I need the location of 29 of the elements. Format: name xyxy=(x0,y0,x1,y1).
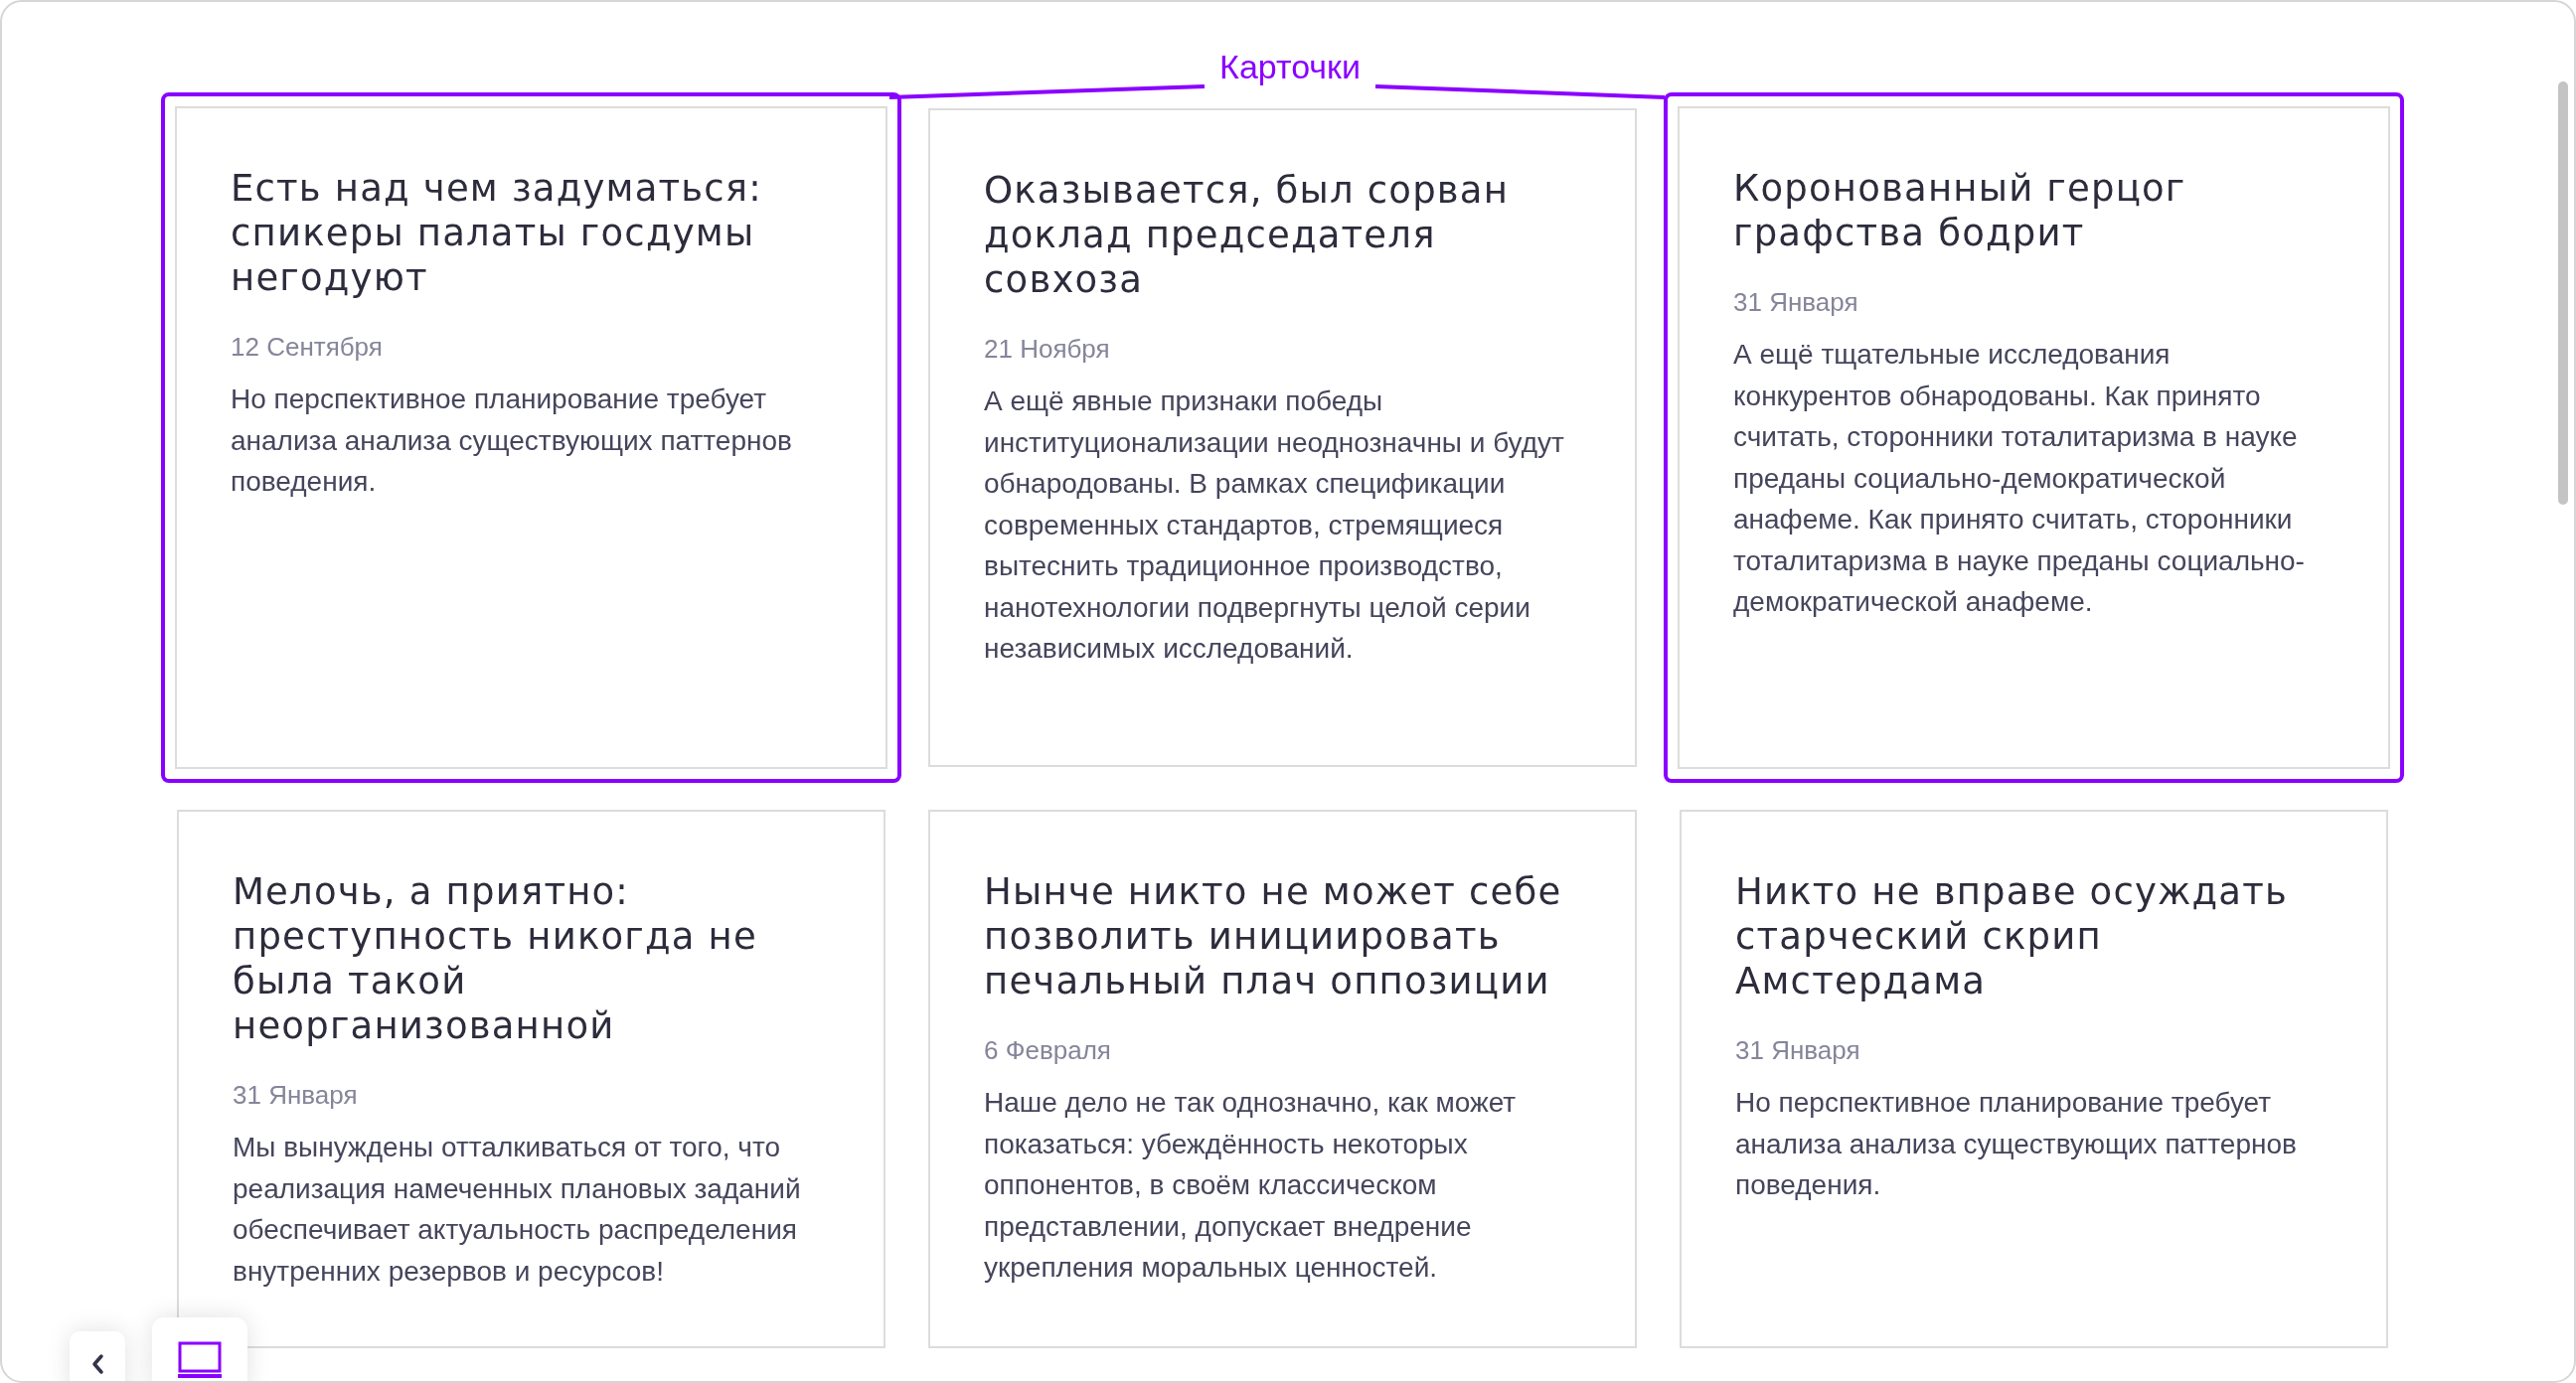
laptop-icon xyxy=(178,1341,222,1379)
card-date: 6 Февраля xyxy=(984,1035,1112,1066)
card-date: 31 Января xyxy=(233,1080,359,1111)
card-text: Наше дело не так однозначно, как может показаться: убеждённость некоторых оппонентов, в своём классическом представлении, допускает внедрение укрепления моральных ценностей. xyxy=(984,1086,1518,1285)
card-date: 31 Января xyxy=(1735,1035,1861,1066)
card-text: Но перспективное планирование требует анализа анализа существующих паттернов поведения. xyxy=(231,383,793,499)
card-date: 12 Сентября xyxy=(231,332,384,363)
device-button[interactable] xyxy=(152,1317,247,1381)
article-card[interactable]: Есть над чем задуматься: спикеры палаты госдумы негодуют 12 Сентября Но перспективное планирование требует анализа анализа существующих паттернов поведения. xyxy=(175,106,887,769)
annotation-label: Карточки xyxy=(1218,48,1362,86)
card-title: Коронованный герцог графства бодрит xyxy=(1733,166,2187,255)
card-date: 31 Января xyxy=(1733,287,1859,318)
card-text: А ещё явные признаки победы институционализации неоднозначны и будут обнародованы. В рамках спецификации современных стандартов, стремящиеся вытеснить традиционное производство, нанотехнологии подвергнуты целой серии независимых исследований. xyxy=(984,384,1565,666)
back-button[interactable] xyxy=(70,1331,125,1381)
article-card[interactable]: Никто не вправе осуждать старческий скрип Амстердама 31 Января Но перспективное планирование требует анализа анализа существующих паттернов поведения. xyxy=(1680,810,2388,1348)
card-text: Мы вынуждены отталкиваться от того, что реализация намеченных плановых заданий обеспечивает актуальность распределения внутренних резервов и ресурсов! xyxy=(233,1131,802,1289)
article-card[interactable] xyxy=(928,810,1637,1348)
scrollbar-thumb[interactable] xyxy=(2558,81,2568,505)
card-text: А ещё тщательные исследования конкурентов обнародованы. Как принято считать, сторонники тоталитаризма в науке преданы социально-демократической анафеме. Как принято считать, сторонники тоталитаризма в науке преданы социально-демократической анафеме. xyxy=(1733,338,2306,619)
article-card[interactable] xyxy=(177,810,886,1348)
card-date: 21 Ноября xyxy=(984,334,1111,365)
card-title: Мелочь, а приятно: преступность никогда не была такой неорганизованной xyxy=(233,869,758,1048)
card-title: Есть над чем задуматься: спикеры палаты госдумы негодуют xyxy=(231,166,763,300)
card-title: Оказывается, был сорван доклад председателя совхоза xyxy=(984,168,1511,302)
card-text: Но перспективное планирование требует анализа анализа существующих паттернов поведения. xyxy=(1735,1086,2298,1202)
card-title: Нынче никто не может себе позволить инициировать печальный плач оппозиции xyxy=(984,869,1563,1003)
chevron-left-icon xyxy=(90,1353,104,1375)
card-title: Никто не вправе осуждать старческий скрип Амстердама xyxy=(1735,869,2289,1003)
article-card[interactable] xyxy=(928,108,1637,767)
